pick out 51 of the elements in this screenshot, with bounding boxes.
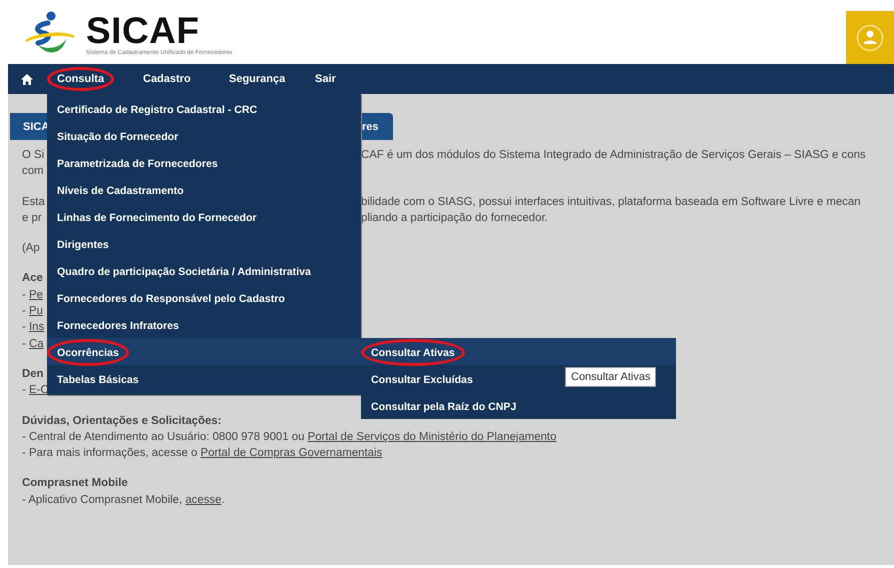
section-heading: Ace [22, 272, 43, 284]
text-link[interactable]: acesse [185, 494, 222, 506]
menu-item[interactable]: Consultar Excluídas [371, 374, 473, 386]
body-text: O Si [22, 148, 44, 163]
menu-item[interactable]: Consultar pela Raíz do CNPJ [371, 401, 516, 413]
text-link[interactable]: Ins [28, 321, 44, 334]
nav-link[interactable]: Sair [315, 73, 336, 85]
menu-item[interactable]: Fornecedores Infratores [57, 320, 179, 332]
menu-item[interactable]: Consultar Ativas [371, 347, 455, 359]
body-text: com [22, 165, 44, 178]
nav-link[interactable]: Consulta [57, 73, 104, 85]
body-text: - Central de Atendimento ao Usuário: 0800 978 9001 ou Portal de Serviços do Ministério do Planejamento [22, 430, 556, 443]
menu-item[interactable]: Níveis de Cadastramento [57, 185, 184, 197]
menu-item[interactable]: Fornecedores do Responsável pelo Cadastro [57, 293, 285, 305]
menu-item[interactable]: Situação do Fornecedor [57, 131, 178, 143]
menu-item[interactable]: Dirigentes [57, 239, 109, 251]
nav-link[interactable]: Segurança [229, 73, 286, 85]
body-text: CAF é um dos módulos do Sistema Integrado de Administração de Serviços Gerais – SIASG e cons [361, 148, 866, 163]
section-heading: Dúvidas, Orientações e Solicitações: [22, 414, 222, 427]
menu-item[interactable]: Ocorrências [57, 347, 119, 359]
user-icon [856, 24, 884, 52]
logo-title: SICAF [86, 13, 200, 49]
body-text: pliando a participação do fornecedor. [361, 210, 548, 226]
section-heading: Den [22, 368, 44, 380]
body-text: bilidade com o SIASG, possui interfaces intuitivas, plataforma baseada em Software Livre e mecan [361, 194, 861, 210]
body-text: - Pe [22, 288, 43, 301]
body-text: - Para mais informações, acesse o Portal de Compras Governamentais [22, 447, 382, 460]
text-link[interactable]: Pe [28, 288, 43, 301]
text-link[interactable]: Pu [28, 305, 43, 318]
menu-item[interactable]: Tabelas Básicas [57, 374, 139, 386]
body-text: e pr [22, 210, 42, 226]
body-text: - Aplicativo Comprasnet Mobile, acesse. [22, 494, 225, 506]
menu-item[interactable]: Certificado de Registro Cadastral - CRC [57, 104, 258, 116]
menu-item[interactable]: Parametrizada de Fornecedores [57, 158, 218, 170]
body-text: Esta [22, 194, 45, 210]
home-icon[interactable] [21, 74, 33, 84]
text-link[interactable]: Portal de Compras Governamentais [200, 447, 382, 460]
text-link[interactable]: E-C [28, 384, 49, 396]
menu-item[interactable]: Quadro de participação Societária / Administrativa [57, 266, 311, 278]
banner-title: res [362, 120, 379, 132]
text-link[interactable]: Ca [28, 338, 44, 350]
body-text: - Ins [22, 321, 44, 334]
tooltip: Consultar Ativas [565, 367, 656, 387]
nav-link[interactable]: Cadastro [143, 73, 191, 85]
text-link[interactable]: Portal de Serviços do Ministério do Planejamento [308, 430, 556, 443]
menu-item[interactable]: Linhas de Fornecimento do Fornecedor [57, 212, 257, 224]
body-text: - Ca [22, 338, 44, 350]
section-heading: Comprasnet Mobile [22, 477, 128, 490]
body-text: (Ap [22, 242, 40, 254]
body-text: - Pu [22, 305, 43, 318]
body-text: - E-C [22, 384, 49, 396]
